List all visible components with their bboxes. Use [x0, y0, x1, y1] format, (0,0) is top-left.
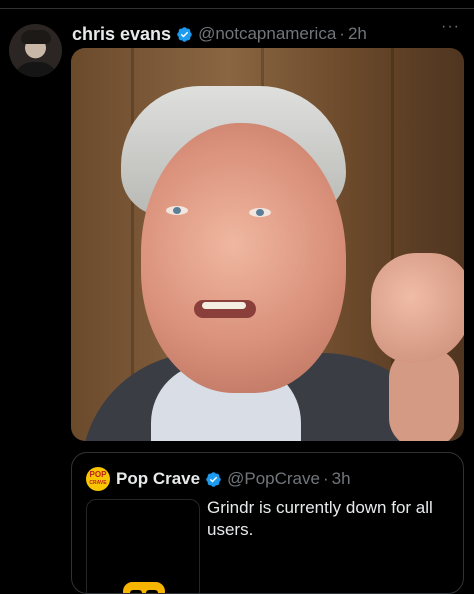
tweet-timestamp[interactable]: 2h	[348, 24, 367, 44]
more-options-icon[interactable]: ···	[441, 18, 460, 36]
verified-badge-icon	[176, 26, 193, 43]
quote-timestamp[interactable]: 3h	[332, 469, 351, 489]
grindr-mask-icon	[123, 582, 165, 593]
photo-teeth	[202, 302, 246, 309]
top-divider	[0, 8, 474, 9]
quote-separator: ·	[322, 469, 329, 488]
quote-text: Grindr is currently down for all users.	[207, 498, 433, 539]
quote-avatar[interactable]: POP CRAVE	[86, 467, 110, 491]
quote-author-handle[interactable]: @PopCrave	[227, 469, 320, 489]
quote-header: POP CRAVE Pop Crave @PopCrave · 3h	[86, 467, 351, 491]
header-separator: ·	[339, 24, 345, 43]
tweet-photo[interactable]	[71, 48, 464, 441]
verified-badge-icon	[205, 471, 222, 488]
author-avatar[interactable]	[9, 24, 62, 77]
tweet-header: chris evans @notcapnamerica · 2h	[72, 22, 367, 46]
photo-face	[141, 123, 346, 393]
photo-hand	[371, 253, 464, 363]
quote-avatar-text-bottom: CRAVE	[89, 480, 107, 486]
mask-eye-left	[130, 590, 142, 593]
avatar-hair	[21, 30, 51, 44]
avatar-shirt	[13, 62, 59, 77]
photo-eye-right	[249, 208, 271, 217]
author-name[interactable]: chris evans	[72, 24, 171, 45]
mask-eye-right	[146, 590, 158, 593]
author-handle[interactable]: @notcapnamerica	[198, 24, 336, 44]
quote-author-name[interactable]: Pop Crave	[116, 469, 200, 489]
quote-avatar-text-top: POP	[89, 470, 107, 479]
quote-media[interactable]	[86, 499, 200, 593]
photo-eye-left	[166, 206, 188, 215]
